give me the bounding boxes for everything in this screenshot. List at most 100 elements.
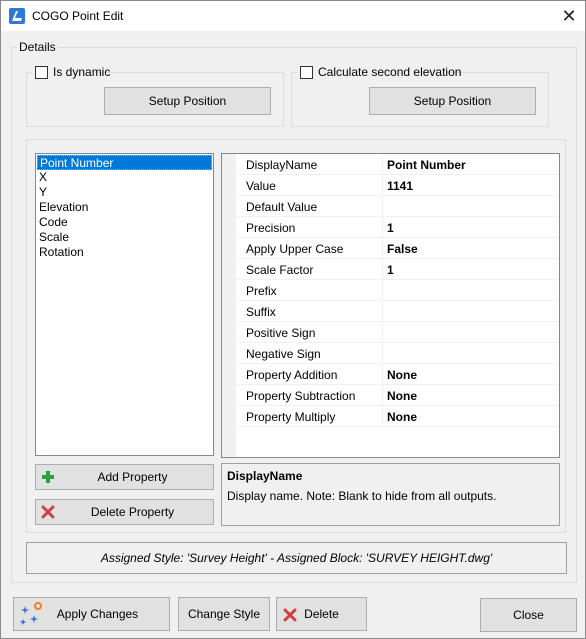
plus-icon <box>42 471 54 483</box>
grid-gutter <box>222 385 236 406</box>
grid-row-value[interactable]: None <box>387 389 417 403</box>
grid-row-value[interactable]: None <box>387 368 417 382</box>
grid-gutter <box>222 280 236 301</box>
property-list[interactable]: Point Number X Y Elevation Code Scale Ro… <box>35 153 214 456</box>
grid-row-default-value[interactable]: Default Value <box>222 196 559 217</box>
list-item[interactable]: Y <box>37 185 212 200</box>
grid-separator <box>382 280 383 301</box>
list-item[interactable]: Rotation <box>37 245 212 260</box>
grid-gutter <box>222 196 236 217</box>
grid-row-apply-upper-case[interactable]: Apply Upper Case False <box>222 238 559 259</box>
grid-row-name: Property Addition <box>246 368 338 382</box>
grid-row-name: Scale Factor <box>246 263 314 277</box>
grid-row-displayname[interactable]: DisplayName Point Number <box>222 154 559 175</box>
x-icon <box>41 505 55 519</box>
list-item[interactable]: Code <box>37 215 212 230</box>
list-item[interactable]: Point Number <box>37 155 212 170</box>
grid-separator <box>382 259 383 280</box>
list-item[interactable]: X <box>37 170 212 185</box>
apply-changes-label: Apply Changes <box>56 607 139 621</box>
property-grid[interactable]: DisplayName Point Number Value 1141 Defaul… <box>221 153 560 458</box>
grid-gutter <box>222 217 236 238</box>
delete-label: Delete <box>304 607 339 621</box>
is-dynamic-checkbox[interactable] <box>35 66 48 79</box>
grid-row-name: Default Value <box>246 200 318 214</box>
app-logo-icon <box>9 8 25 24</box>
grid-row-precision[interactable]: Precision 1 <box>222 217 559 238</box>
grid-row-value[interactable]: None <box>387 410 417 424</box>
grid-gutter <box>222 301 236 322</box>
grid-row-value[interactable]: 1 <box>387 263 394 277</box>
grid-row-value[interactable]: 1141 <box>387 179 413 193</box>
calc-second-elevation-row[interactable]: Calculate second elevation <box>297 65 461 79</box>
grid-gutter <box>222 238 236 259</box>
grid-row-suffix[interactable]: Suffix <box>222 301 559 322</box>
grid-row-name: Suffix <box>246 305 276 319</box>
description-text: Display name. Note: Blank to hide from a… <box>227 489 497 503</box>
grid-separator <box>382 196 383 217</box>
calc-second-elevation-label: Calculate second elevation <box>318 65 462 79</box>
grid-row-name: Positive Sign <box>246 326 316 340</box>
grid-row-name: Prefix <box>246 284 277 298</box>
grid-separator <box>382 364 383 385</box>
setup-position-button-2[interactable]: Setup Position <box>369 87 536 115</box>
grid-separator <box>382 301 383 322</box>
delete-button[interactable]: Delete <box>276 597 367 631</box>
grid-gutter <box>222 154 236 175</box>
grid-row-value[interactable]: False <box>387 242 418 256</box>
list-item[interactable]: Scale <box>37 230 212 245</box>
grid-separator <box>382 238 383 259</box>
grid-row-negative-sign[interactable]: Negative Sign <box>222 343 559 364</box>
x-icon <box>283 608 297 622</box>
grid-row-name: Value <box>246 179 276 193</box>
grid-separator <box>382 217 383 238</box>
grid-separator <box>382 154 383 175</box>
grid-row-property-subtraction[interactable]: Property Subtraction None <box>222 385 559 406</box>
grid-row-name: Apply Upper Case <box>246 242 344 256</box>
assigned-style-status: Assigned Style: 'Survey Height' - Assign… <box>26 542 567 574</box>
is-dynamic-checkbox-row[interactable]: Is dynamic <box>32 65 110 79</box>
grid-separator <box>382 385 383 406</box>
grid-row-value[interactable]: 1 <box>387 221 394 235</box>
grid-row-name: Property Multiply <box>246 410 336 424</box>
grid-separator <box>382 322 383 343</box>
close-window-button[interactable]: ✕ <box>556 5 582 27</box>
apply-changes-button[interactable]: Apply Changes <box>13 597 170 631</box>
grid-row-name: Precision <box>246 221 296 235</box>
add-property-button[interactable]: Add Property <box>35 464 214 490</box>
is-dynamic-label: Is dynamic <box>53 65 111 79</box>
grid-row-scale-factor[interactable]: Scale Factor 1 <box>222 259 559 280</box>
details-legend: Details <box>17 40 58 54</box>
grid-row-property-multiply[interactable]: Property Multiply None <box>222 406 559 427</box>
sparkle-icon <box>20 602 42 625</box>
grid-gutter <box>222 343 236 364</box>
grid-row-prefix[interactable]: Prefix <box>222 280 559 301</box>
grid-separator <box>382 343 383 364</box>
change-style-button[interactable]: Change Style <box>178 597 270 631</box>
setup-position-button-1[interactable]: Setup Position <box>104 87 271 115</box>
delete-property-button[interactable]: Delete Property <box>35 499 214 525</box>
title-bar[interactable]: COGO Point Edit ✕ <box>1 1 585 31</box>
list-item[interactable]: Elevation <box>37 200 212 215</box>
calc-second-elevation-checkbox[interactable] <box>300 66 313 79</box>
grid-row-value[interactable]: Value 1141 <box>222 175 559 196</box>
grid-row-value[interactable]: Point Number <box>387 158 466 172</box>
delete-property-label: Delete Property <box>90 505 175 519</box>
window-title: COGO Point Edit <box>32 9 124 23</box>
grid-row-name: Negative Sign <box>246 347 321 361</box>
grid-gutter <box>222 259 236 280</box>
grid-empty-gutter <box>222 427 236 457</box>
grid-gutter <box>222 406 236 427</box>
add-property-label: Add Property <box>97 470 168 484</box>
grid-gutter <box>222 364 236 385</box>
grid-separator <box>382 406 383 427</box>
grid-row-name: Property Subtraction <box>246 389 356 403</box>
grid-separator <box>382 175 383 196</box>
grid-row-property-addition[interactable]: Property Addition None <box>222 364 559 385</box>
grid-row-positive-sign[interactable]: Positive Sign <box>222 322 559 343</box>
description-title: DisplayName <box>227 469 303 483</box>
close-button[interactable]: Close <box>480 598 577 632</box>
description-panel: DisplayName Display name. Note: Blank to… <box>221 463 560 526</box>
cogo-point-edit-dialog: COGO Point Edit ✕ Details Is dynamic Set… <box>0 0 586 639</box>
grid-gutter <box>222 322 236 343</box>
